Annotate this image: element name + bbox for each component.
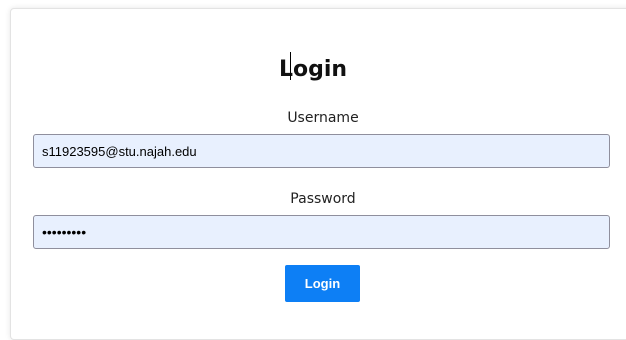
password-input[interactable] — [33, 215, 610, 249]
login-button[interactable]: Login — [285, 265, 360, 302]
username-input[interactable] — [33, 134, 610, 168]
username-label: Username — [287, 110, 359, 126]
password-label: Password — [290, 191, 356, 207]
page-title: Login — [278, 57, 348, 82]
text-cursor — [290, 52, 291, 80]
